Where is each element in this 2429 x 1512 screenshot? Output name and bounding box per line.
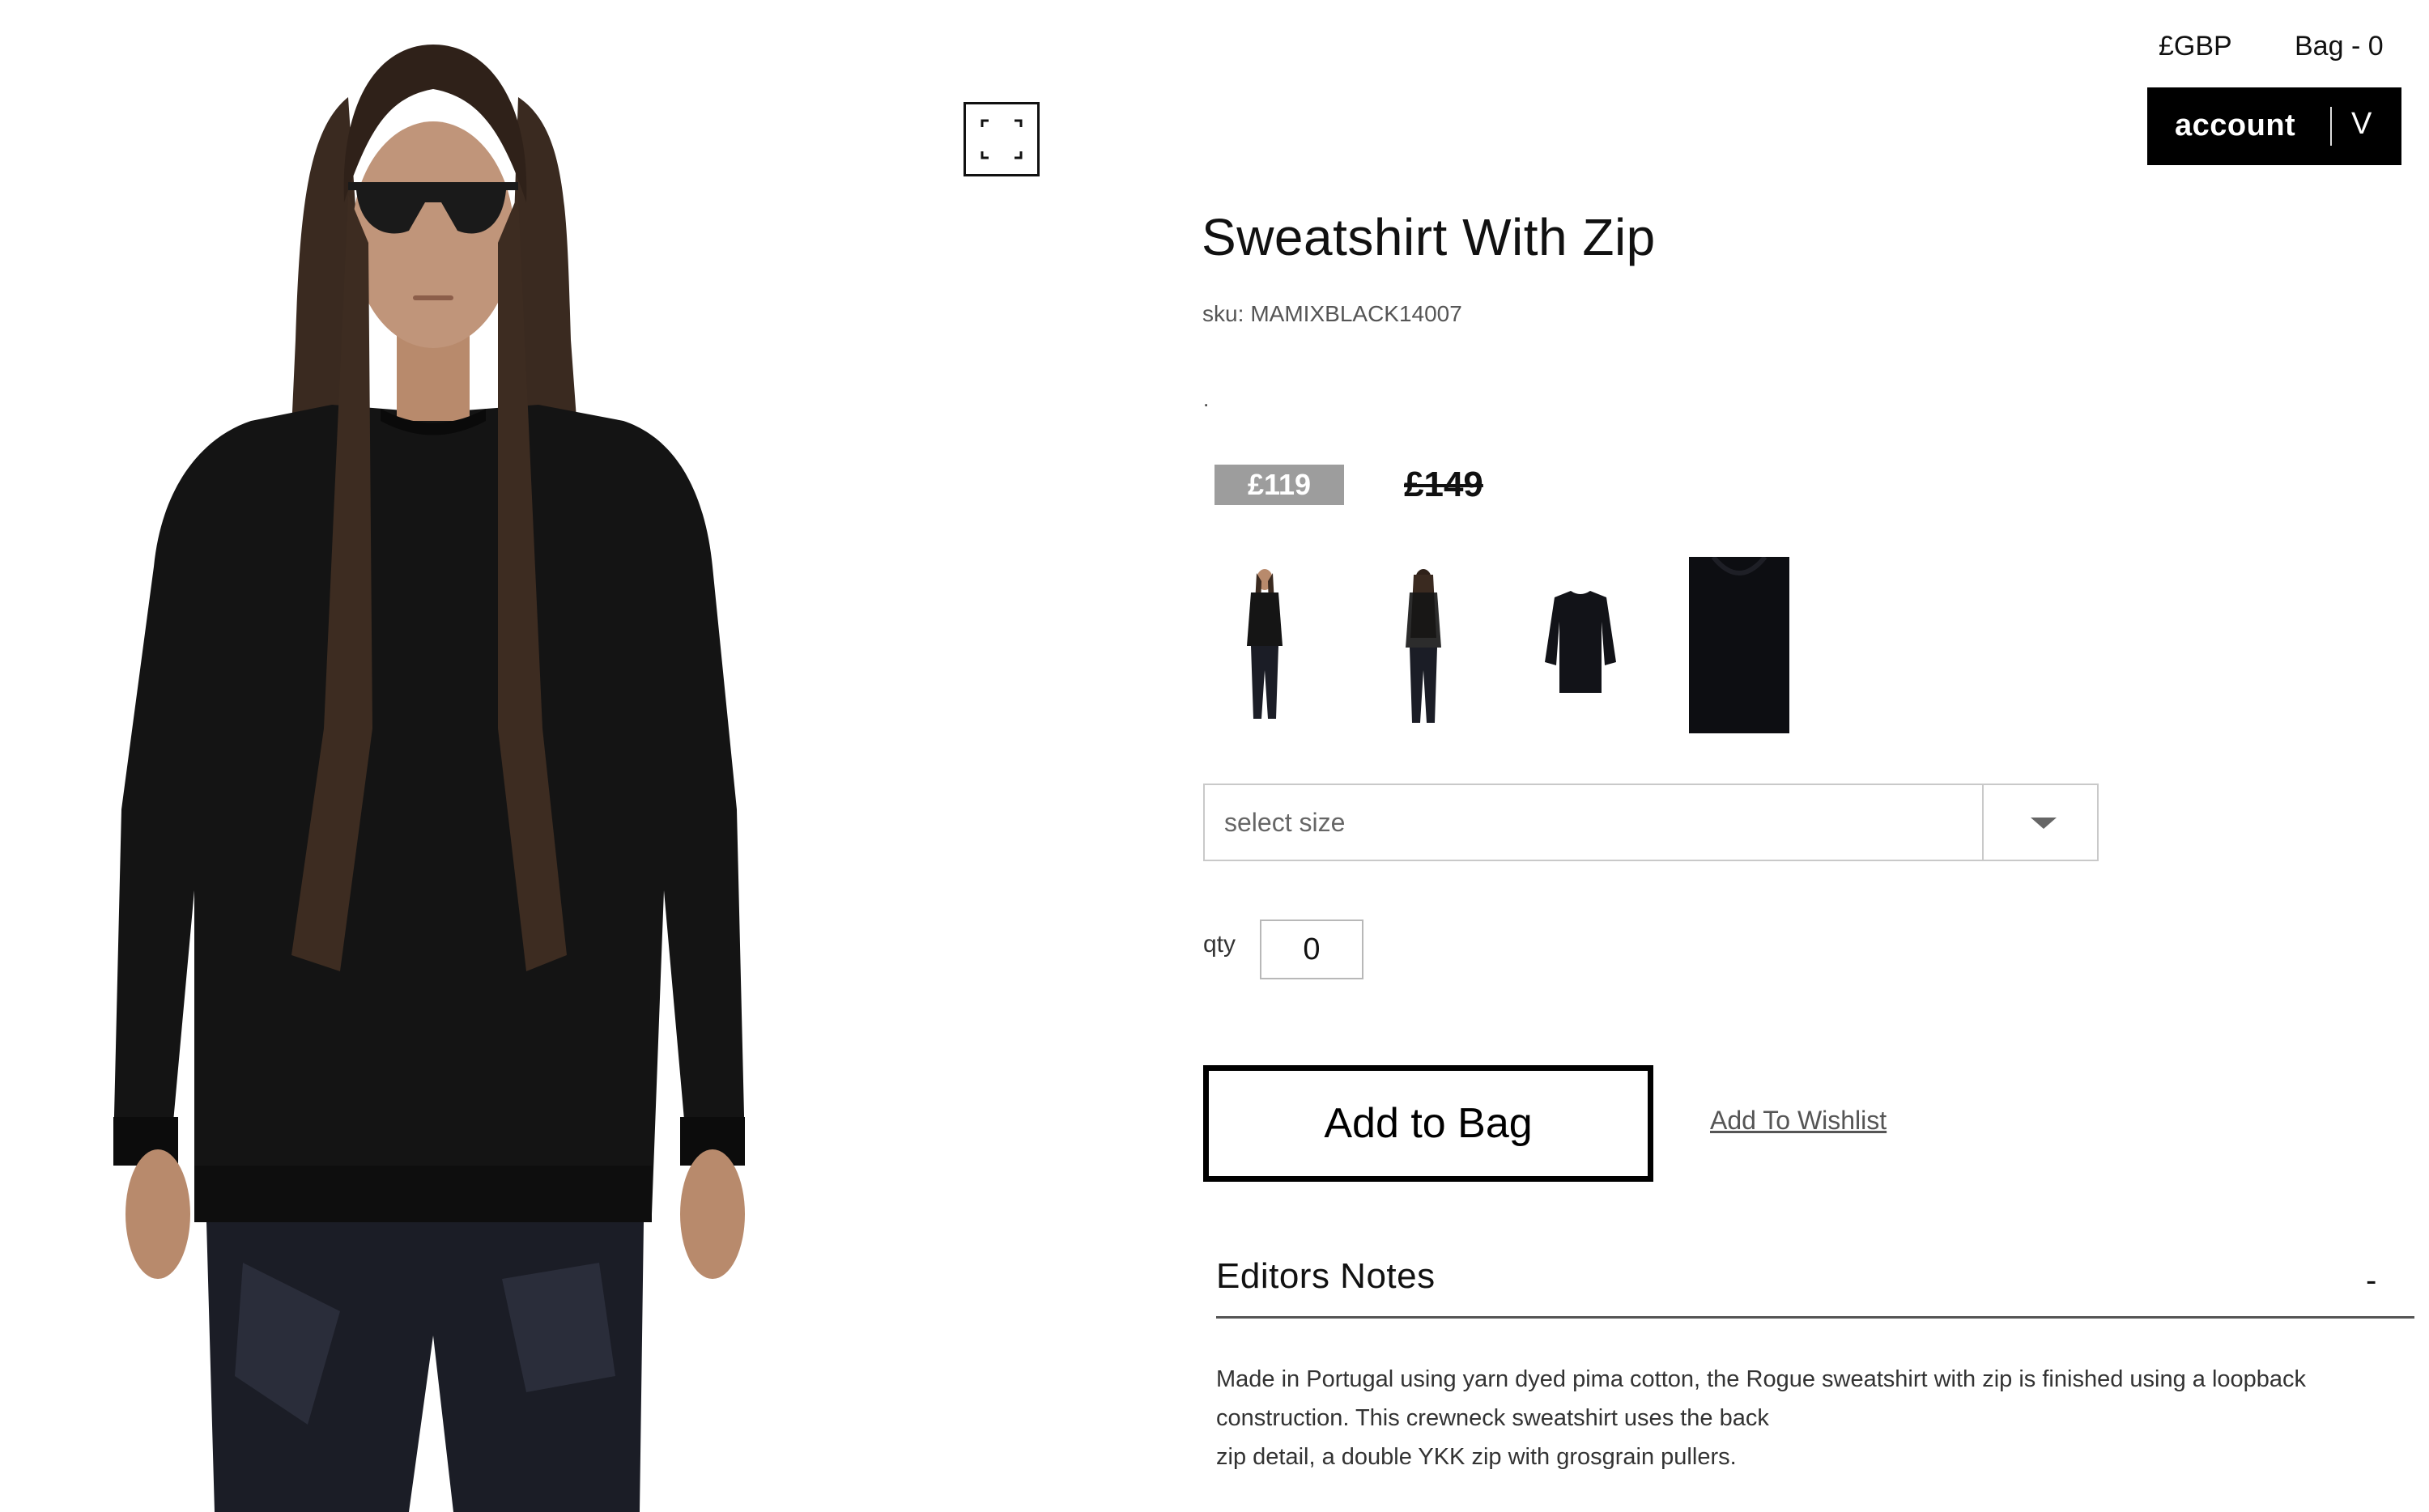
- qty-label: qty: [1203, 931, 1236, 958]
- sku-label: sku:: [1202, 301, 1244, 326]
- zoom-button[interactable]: [964, 102, 1040, 176]
- account-chevron-icon: V: [2351, 107, 2372, 141]
- thumbnail-front[interactable]: [1214, 557, 1315, 733]
- add-to-wishlist-link[interactable]: Add To Wishlist: [1710, 1106, 1887, 1136]
- product-title: Sweatshirt With Zip: [1202, 208, 1656, 266]
- editors-notes-divider: [1216, 1316, 2414, 1319]
- thumbnail-back[interactable]: [1373, 557, 1474, 733]
- size-select-divider: [1982, 785, 1984, 860]
- account-label: account: [2175, 108, 2296, 142]
- expand-icon: [981, 119, 1023, 159]
- editors-notes-body: Made in Portugal using yarn dyed pima co…: [1216, 1360, 2382, 1476]
- thumbnail-flat[interactable]: [1530, 557, 1631, 733]
- editors-notes-title: Editors Notes: [1216, 1256, 1436, 1296]
- original-price: £149: [1404, 465, 1483, 504]
- editors-notes-line: construction. This crewneck sweatshirt u…: [1216, 1405, 1769, 1431]
- size-select[interactable]: select size: [1203, 784, 2099, 861]
- add-to-bag-button[interactable]: Add to Bag: [1203, 1065, 1653, 1182]
- editors-notes-toggle[interactable]: -: [2366, 1263, 2376, 1299]
- caret-down-icon: [2031, 818, 2057, 829]
- bag-link[interactable]: Bag - 0: [2295, 31, 2384, 62]
- account-button[interactable]: account V: [2147, 87, 2401, 165]
- currency-selector[interactable]: £GBP: [2159, 31, 2232, 62]
- sale-price-badge: £119: [1214, 465, 1344, 505]
- product-sku: sku: MAMIXBLACK14007: [1202, 301, 1462, 327]
- editors-notes-line: Made in Portugal using yarn dyed pima co…: [1216, 1366, 2307, 1392]
- product-main-image: [0, 0, 972, 1512]
- qty-input[interactable]: [1260, 920, 1363, 979]
- sku-value: MAMIXBLACK14007: [1250, 301, 1462, 326]
- thumbnail-closeup[interactable]: [1689, 557, 1789, 733]
- editors-notes-line: zip detail, a double YKK zip with grosgr…: [1216, 1444, 1737, 1470]
- product-subtext: .: [1203, 387, 1210, 411]
- size-select-placeholder: select size: [1224, 808, 1346, 837]
- account-divider: [2330, 107, 2332, 146]
